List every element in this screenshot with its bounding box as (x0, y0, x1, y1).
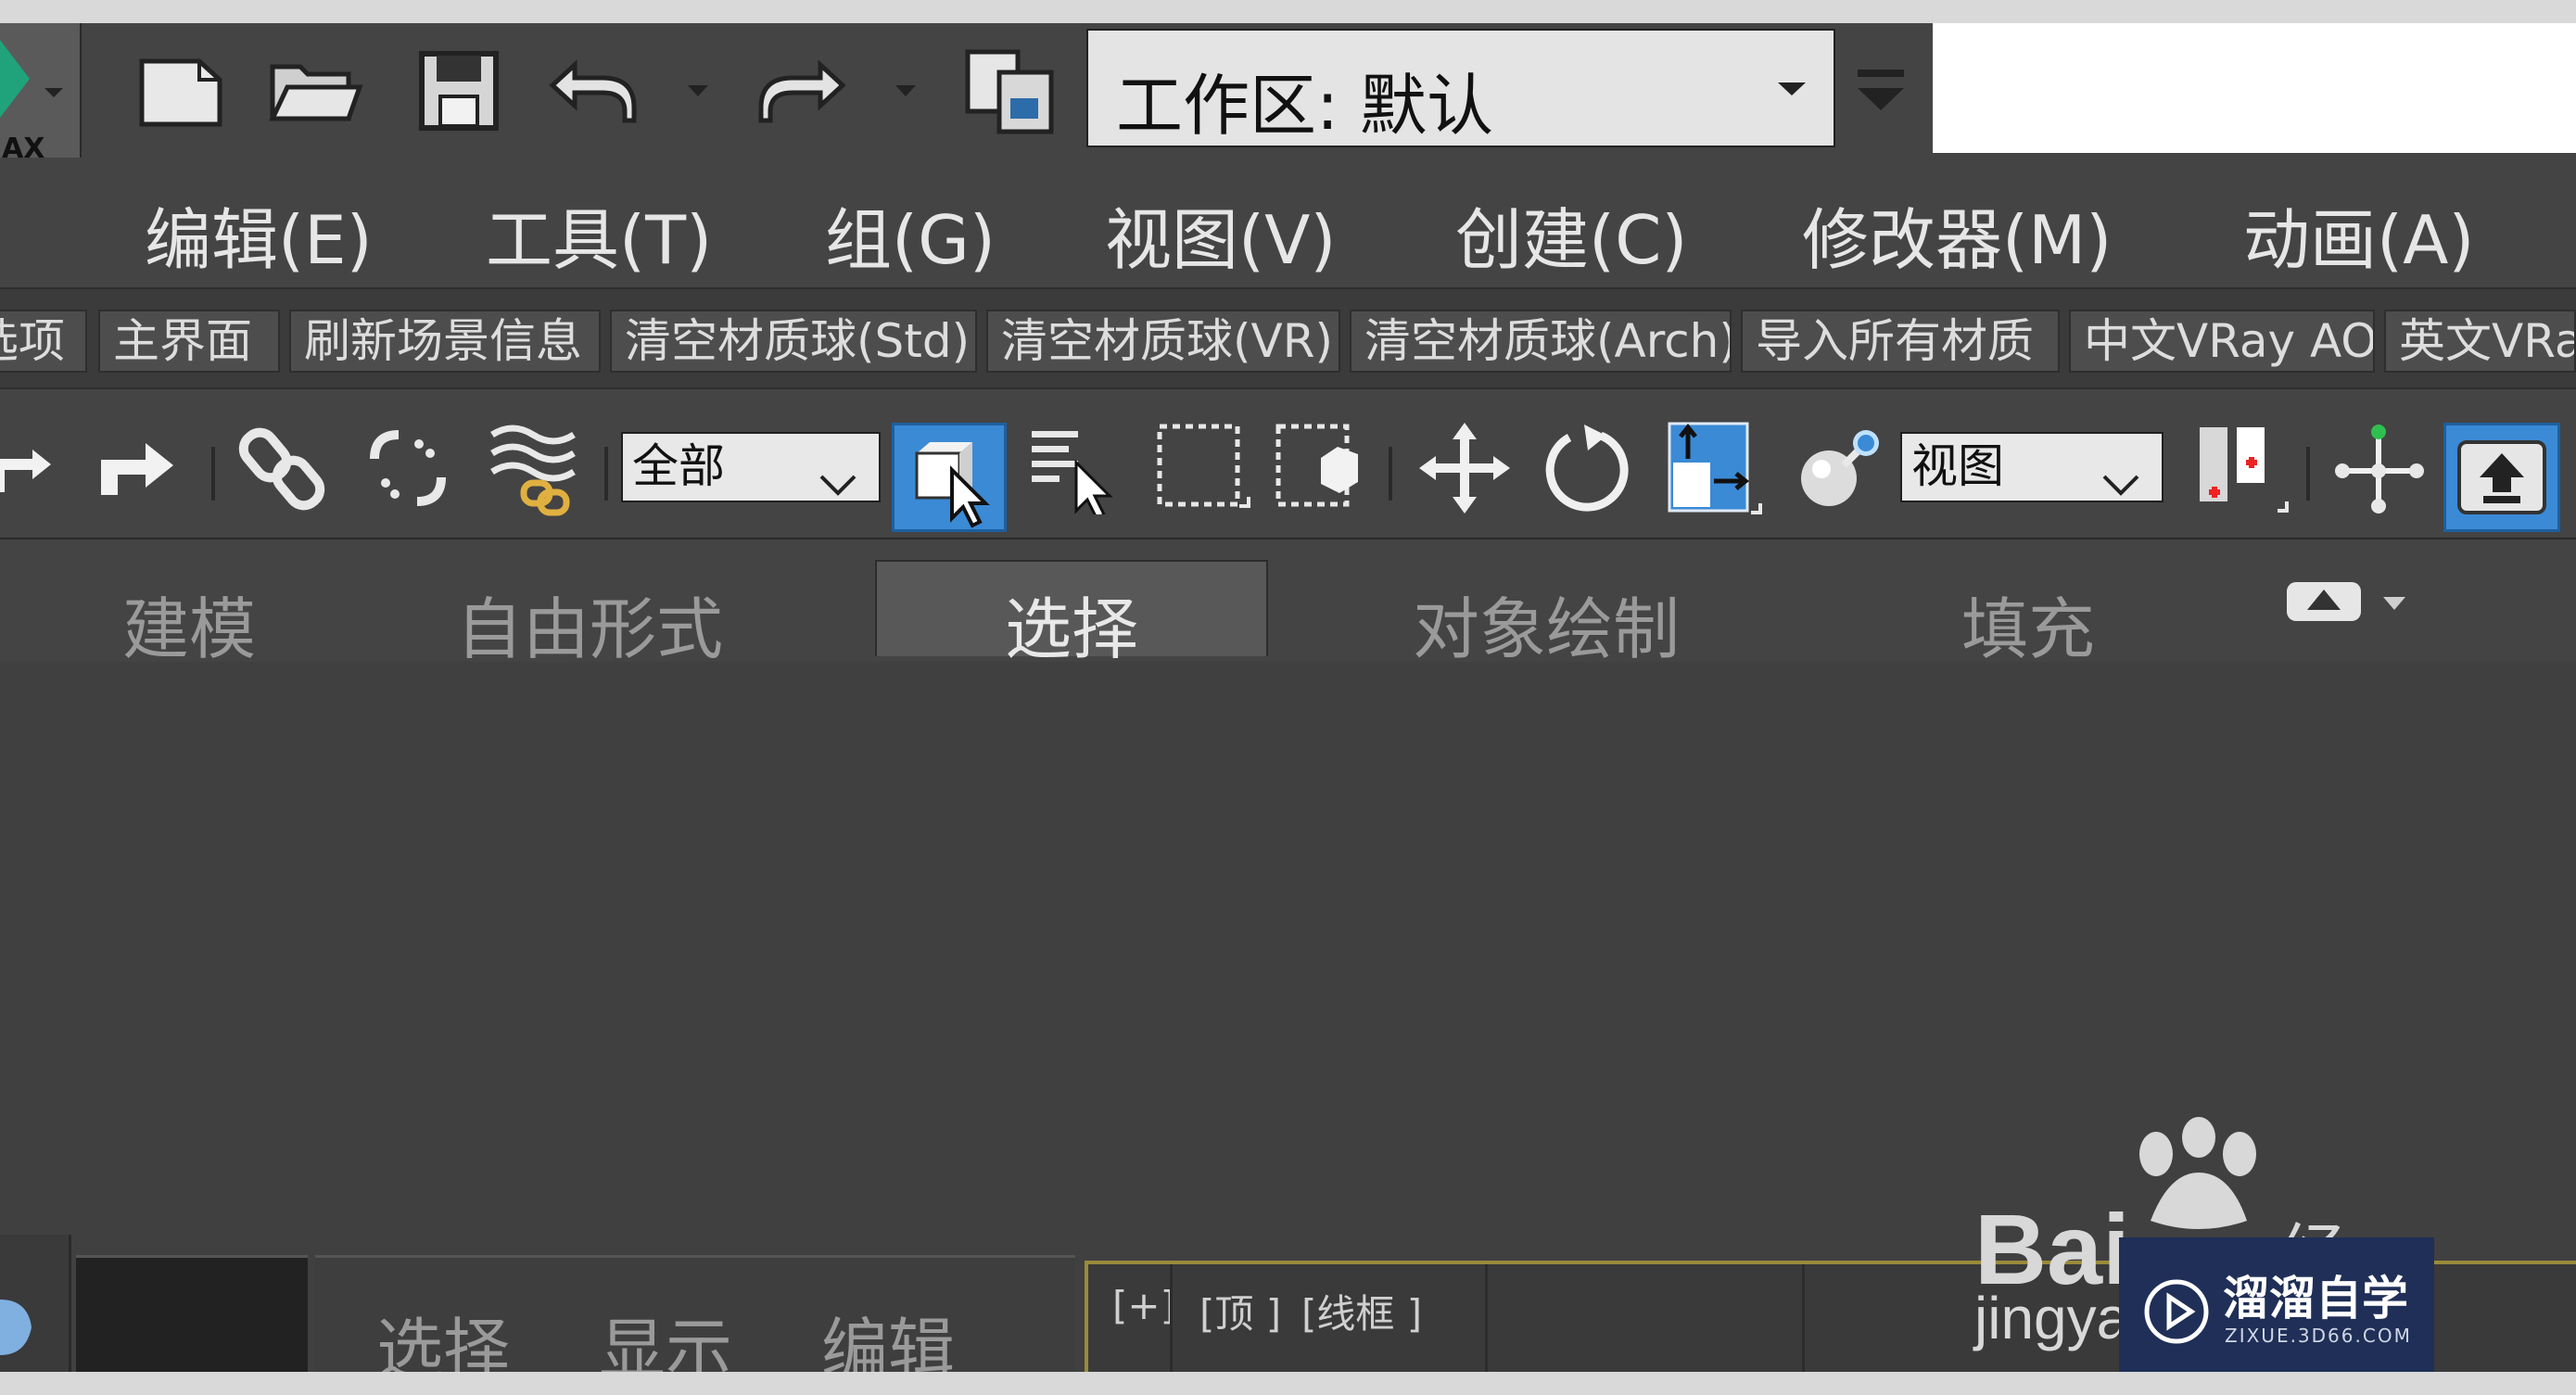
ribbon-tab-bar: 建模 自由形式 选择 对象绘制 填充 (0, 538, 2576, 668)
viewport-divider (1170, 1264, 1173, 1372)
paw-icon (2139, 1117, 2256, 1229)
scene-explorer-edge (0, 1235, 71, 1372)
window-crossing-icon[interactable] (1264, 417, 1376, 519)
toolbar-separator (211, 447, 215, 501)
title-bar-blank (1933, 23, 2576, 153)
keyboard-shortcut-override-button[interactable] (2443, 423, 2560, 532)
selection-filter-dropdown[interactable]: 全部 (621, 432, 881, 502)
main-toolbar: 全部 视图 (0, 387, 2576, 539)
zixue-title: 溜溜自学 (2223, 1272, 2408, 1325)
zixue-watermark: 溜溜自学 ZIXUE.3D66.COM (2119, 1237, 2434, 1372)
custom-btn-import-materials[interactable]: 导入所有材质 (1741, 310, 2060, 373)
scene-explorer-menu: 选择 显示 编辑 (315, 1255, 1075, 1372)
menu-select[interactable]: 选择 (376, 1295, 510, 1372)
workspace-dropdown[interactable]: 工作区: 默认 (1086, 29, 1835, 147)
redo-icon[interactable] (751, 49, 853, 133)
rotate-icon[interactable] (1529, 417, 1644, 519)
menu-group[interactable]: 组(G) (825, 185, 996, 283)
reference-coordinate-dropdown[interactable]: 视图 (1900, 432, 2164, 502)
tab-freeform[interactable]: 自由形式 (456, 575, 723, 672)
custom-btn-vray-ao-en[interactable]: 英文VRay (2384, 310, 2576, 373)
tab-modeling[interactable]: 建模 (122, 575, 256, 672)
chevron-down-icon (2100, 450, 2141, 515)
menu-modifiers[interactable]: 修改器(M) (1802, 185, 2112, 283)
custom-btn-main-ui[interactable]: 主界面 (98, 310, 280, 373)
menu-display[interactable]: 显示 (599, 1295, 732, 1372)
viewport-divider (1802, 1264, 1805, 1372)
move-icon[interactable] (1407, 417, 1522, 519)
custom-btn-clear-mat-arch[interactable]: 清空材质球(Arch) (1350, 310, 1732, 373)
viewport-view-label[interactable]: [顶 ] (1199, 1283, 1281, 1339)
project-folder-icon[interactable] (959, 49, 1061, 134)
menu-create[interactable]: 创建(C) (1455, 185, 1687, 283)
bind-space-warp-icon[interactable] (482, 417, 584, 519)
toolbar-separator (604, 447, 608, 501)
play-icon (2144, 1279, 2209, 1344)
toolbar-separator (2306, 447, 2310, 501)
menu-edit[interactable]: 编辑(E) (145, 185, 373, 283)
custom-btn-refresh-scene[interactable]: 刷新场景信息 (289, 310, 601, 373)
selection-filter-value: 全部 (632, 439, 725, 493)
open-folder-icon[interactable] (264, 49, 366, 133)
redo-dropdown-icon[interactable] (882, 49, 929, 133)
new-file-icon[interactable] (130, 49, 232, 133)
tab-populate[interactable]: 填充 (1961, 575, 2095, 672)
placement-icon[interactable] (1780, 417, 1895, 519)
manipulate-icon[interactable] (2321, 417, 2436, 519)
redo-icon[interactable] (89, 417, 182, 519)
max-logo-icon (0, 40, 30, 118)
chevron-down-icon (44, 88, 63, 97)
tab-object-paint[interactable]: 对象绘制 (1413, 575, 1680, 672)
rectangular-selection-icon[interactable] (1146, 417, 1257, 519)
quick-access-toolbar: AX 工作区: 默认 (0, 23, 2576, 171)
chevron-down-icon (818, 450, 858, 515)
toolbar-separator (1389, 447, 1392, 501)
zixue-url: ZIXUE.3D66.COM (2225, 1325, 2412, 1347)
application-button[interactable]: AX (0, 23, 82, 171)
custom-btn-vray-ao-cn[interactable]: 中文VRay AO (2069, 310, 2375, 373)
undo-icon[interactable] (542, 49, 644, 133)
jingyan-sub-text: jingya (1974, 1285, 2130, 1351)
scale-icon[interactable] (1656, 417, 1770, 519)
reference-coordinate-value: 视图 (1911, 439, 2004, 493)
menu-animation[interactable]: 动画(A) (2243, 185, 2474, 283)
link-icon[interactable] (232, 417, 334, 519)
custom-toolbar: 选项 主界面 刷新场景信息 清空材质球(Std) 清空材质球(VR) 清空材质球… (0, 287, 2576, 389)
max-window: AX 工作区: 默认 编辑(E) 工具(T) 组(G) 视图(V) 创建(C) … (0, 23, 2576, 1372)
tab-selection[interactable]: 选择 (875, 560, 1268, 668)
select-by-name-icon[interactable] (1018, 417, 1129, 519)
save-icon[interactable] (408, 49, 510, 133)
menu-edit[interactable]: 编辑 (821, 1295, 955, 1372)
menu-bar: 编辑(E) 工具(T) 组(G) 视图(V) 创建(C) 修改器(M) 动画(A… (0, 158, 2576, 287)
ribbon-minimize-button[interactable] (2277, 564, 2425, 638)
scene-explorer-toolbar (76, 1255, 308, 1372)
undo-dropdown-icon[interactable] (675, 49, 721, 133)
workspace-label: 工作区: 默认 (1116, 67, 1494, 145)
viewport-divider (1485, 1264, 1488, 1372)
viewport-shading-label[interactable]: [线框 ] (1301, 1283, 1422, 1339)
unlink-icon[interactable] (357, 417, 459, 519)
custom-btn-clear-mat-std[interactable]: 清空材质球(Std) (610, 310, 977, 373)
pivot-center-icon[interactable] (2182, 417, 2297, 519)
menu-views[interactable]: 视图(V) (1105, 185, 1336, 283)
customize-quick-access-button[interactable] (1845, 42, 1919, 134)
custom-btn-options[interactable]: 选项 (0, 310, 87, 373)
menu-tools[interactable]: 工具(T) (486, 185, 712, 283)
undo-icon[interactable] (0, 417, 56, 519)
select-object-button[interactable] (892, 423, 1007, 532)
viewport-plus-menu[interactable]: [+] (1112, 1283, 1175, 1328)
tab-selection-label: 选择 (1004, 590, 1138, 668)
chevron-down-icon (1778, 82, 1806, 95)
custom-btn-clear-mat-vr[interactable]: 清空材质球(VR) (986, 310, 1340, 373)
